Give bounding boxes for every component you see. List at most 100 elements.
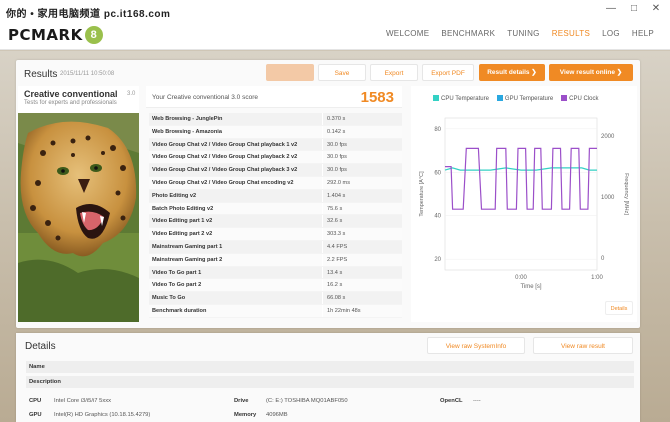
table-row: Mainstream Gaming part 1 4.4 FPS [149,240,402,254]
test-name-cell: Benchmark duration [149,304,323,317]
y-left-tick-label: 80 [434,127,441,133]
chart-details-button[interactable]: Details [605,301,633,315]
test-value-cell: 4.4 FPS [327,243,348,250]
memory-value: 4096MB [266,412,288,418]
app-header: PCMARK 8 WELCOME BENCHMARK TUNING RESULT… [0,20,670,50]
test-value-cell: 30.0 fps [327,167,347,174]
test-name-cell: Mainstream Gaming part 2 [149,253,323,266]
test-subtitle: Tests for experts and professionals [24,100,117,106]
test-name-cell: Video Group Chat v2 / Video Group Chat p… [149,138,323,151]
table-row: Video Group Chat v2 / Video Group Chat p… [149,138,402,152]
details-title: Details [25,341,56,352]
save-button[interactable]: Save [318,64,366,81]
memory-label: Memory [234,412,257,418]
view-online-button[interactable]: View result online ❯ [549,64,633,81]
test-name-cell: Web Browsing - JunglePin [149,113,323,125]
nav-help[interactable]: HELP [632,29,654,38]
test-name-cell: Mainstream Gaming part 1 [149,240,323,253]
test-value-cell: 0.142 s [327,128,346,135]
test-value-cell: 30.0 fps [327,154,347,161]
test-value-cell: 75.6 s [327,205,343,212]
monitoring-chart: CPU Temperature GPU Temperature CPU Cloc… [411,86,637,322]
table-row: Web Browsing - Amazonia 0.142 s [149,125,402,139]
export-button[interactable]: Export [370,64,418,81]
nav-log[interactable]: LOG [602,29,620,38]
title-bar: 你的 • 家用电脑频道 pc.it168.com — □ ✕ [0,0,670,20]
pcmark-logo: PCMARK 8 [8,25,103,45]
table-row: Video Group Chat v2 / Video Group Chat e… [149,176,402,190]
drive-value: (C: E:) TOSHIBA MQ01ABF050 [266,398,348,404]
result-details-button[interactable]: Result details ❯ [479,64,545,81]
gpu-label: GPU [29,412,42,418]
name-row: Name [26,361,634,373]
logo-badge: 8 [84,26,103,44]
nav-benchmark[interactable]: BENCHMARK [441,29,495,38]
test-name-cell: Batch Photo Editing v2 [149,202,323,215]
maximize-icon[interactable]: □ [627,2,641,16]
table-row: Mainstream Gaming part 2 2.2 FPS [149,253,402,267]
test-value-cell: 303.3 s [327,231,346,238]
test-value-cell: 66.08 s [327,295,346,302]
test-name-cell: Video Group Chat v2 / Video Group Chat e… [149,176,323,189]
nav-tuning[interactable]: TUNING [507,29,539,38]
x-axis-label: Time [s] [520,284,541,290]
test-name-cell: Video Editing part 2 v2 [149,228,323,240]
test-value-cell: 30.0 fps [327,141,347,148]
x-tick-label: 0:00 [515,275,527,281]
y-right-axis-label: Frequency [MHz] [623,173,629,215]
test-name-cell: Music To Go [149,292,323,304]
y-right-tick-label: 0 [601,256,605,262]
test-value-cell: 0.370 s [327,116,346,122]
watermark: 你的 • 家用电脑频道 pc.it168.com [6,9,171,20]
description-row: Description [26,376,634,388]
cpu-label: CPU [29,398,42,404]
table-row: Web Browsing - JunglePin 0.370 s [149,113,402,126]
results-table: Web Browsing - JunglePin 0.370 s Web Brows… [149,113,402,318]
test-name-cell: Video To Go part 1 [149,266,323,279]
nav-welcome[interactable]: WELCOME [386,29,429,38]
results-date: 2015/11/11 10:50:08 [60,71,115,77]
test-name-cell: Photo Editing v2 [149,189,323,202]
score-box: Your Creative conventional 3.0 score 158… [146,86,402,108]
table-row: Video To Go part 1 13.4 s [149,266,402,280]
opencl-value: ---- [473,398,481,404]
main-nav: WELCOME BENCHMARK TUNING RESULTS LOG HEL… [386,29,654,38]
y-right-tick-label: 1000 [601,195,615,201]
view-raw-result-button[interactable]: View raw result [533,337,633,354]
details-panel: Details View raw SystemInfo View raw res… [16,333,640,422]
test-value-cell: 2.2 FPS [327,256,348,263]
table-row: Photo Editing v2 1.404 s [149,189,402,203]
test-card: Creative conventional 3.0 Tests for expe… [18,86,139,322]
test-value-cell: 32.6 s [327,218,343,225]
test-name-cell: Web Browsing - Amazonia [149,125,323,138]
results-panel: Results 2015/11/11 10:50:08 Save Export … [16,60,640,328]
minimize-icon[interactable]: — [604,2,618,16]
x-tick-label: 1:00 [591,275,603,281]
chart-legend: CPU Temperature GPU Temperature CPU Cloc… [433,95,599,102]
score-value: 1583 [360,89,394,106]
export-pdf-button[interactable]: Export PDF [422,64,474,81]
test-name-cell: Video Group Chat v2 / Video Group Chat p… [149,151,323,164]
table-row: Video Editing part 2 v2 303.3 s [149,228,402,241]
score-label: Your Creative conventional 3.0 score [152,94,258,101]
leopard-image [18,113,139,322]
plot-area [444,117,598,271]
name-label: Name [29,364,45,370]
y-left-tick-label: 60 [434,170,441,176]
table-row: Video Editing part 1 v2 32.6 s [149,215,402,229]
table-row: Batch Photo Editing v2 75.6 s [149,202,402,216]
table-row: Video Group Chat v2 / Video Group Chat p… [149,164,402,177]
test-name-cell: Video Editing part 1 v2 [149,215,323,228]
description-label: Description [29,379,61,385]
test-value-cell: 1.404 s [327,192,346,199]
y-left-tick-label: 40 [434,214,441,220]
table-row: Music To Go 66.08 s [149,292,402,305]
cpu-value: Intel Core i3/i5/i7 5xxx [54,398,112,404]
view-sysinfo-button[interactable]: View raw SystemInfo [427,337,525,354]
table-row: Video Group Chat v2 / Video Group Chat p… [149,151,402,165]
test-value-cell: 292.0 ms [327,179,351,186]
nav-results[interactable]: RESULTS [552,29,590,38]
close-icon[interactable]: ✕ [649,2,663,16]
legend-cpu-temp: CPU Temperature [433,95,489,102]
logo-text: PCMARK [8,26,83,44]
